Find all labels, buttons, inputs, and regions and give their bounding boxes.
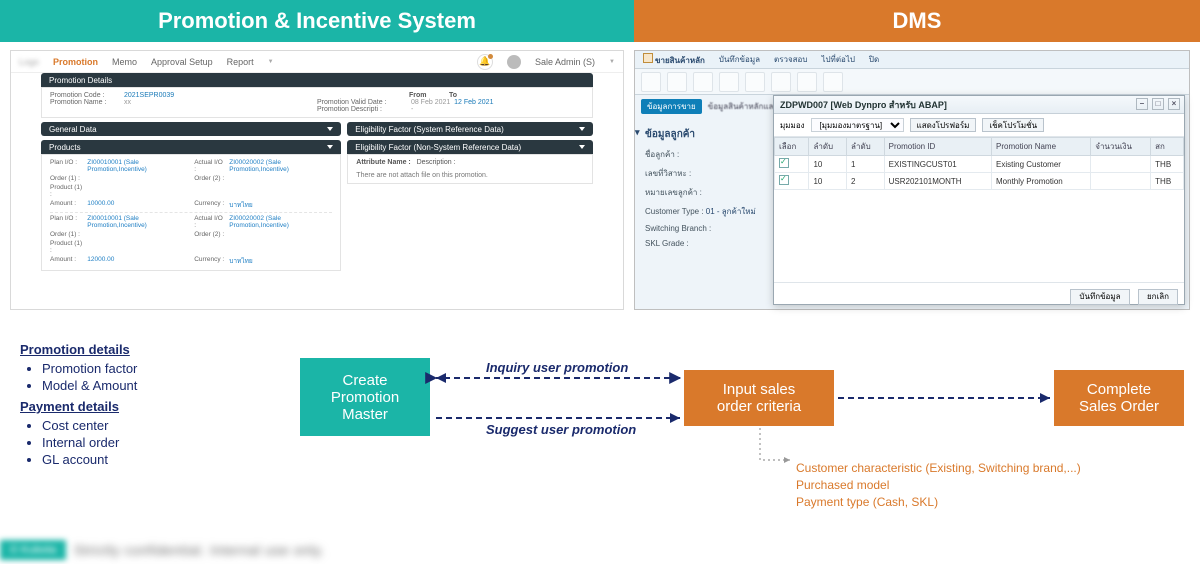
header-right-text: DMS <box>893 8 942 34</box>
note-line-1: Customer characteristic (Existing, Switc… <box>796 460 1176 477</box>
popup-layout-label: มุมมอง <box>780 119 805 132</box>
promotion-details-box: Promotion Code : 2021SEPR0039 Promotion … <box>41 87 593 118</box>
section-elig-non[interactable]: Eligibility Factor (Non-System Reference… <box>347 140 593 154</box>
section-promotion-details: Promotion Details <box>41 73 593 87</box>
label-inquiry: Inquiry user promotion <box>486 360 628 375</box>
popup-title-bar: ZDPWD007 [Web Dynpro สำหรับ ABAP] –□ × <box>774 96 1184 114</box>
flow-diagram: Promotion details Promotion factor Model… <box>0 328 1200 564</box>
label-suggest: Suggest user promotion <box>486 422 636 437</box>
tab-report[interactable]: Report <box>227 57 254 67</box>
menu-save[interactable]: บันทึกข้อมูล <box>719 53 760 66</box>
toolbar-btn[interactable] <box>745 72 765 92</box>
popup-cancel-button[interactable]: ยกเลิก <box>1138 289 1178 305</box>
popup-table: เลือกลำดับลำดับPromotion IDPromotion Nam… <box>774 137 1184 190</box>
toolbar-btn[interactable] <box>797 72 817 92</box>
user-name: Sale Admin (S) <box>535 57 595 67</box>
dms-toolbar <box>635 69 1189 95</box>
doc-icon <box>643 53 653 63</box>
header-promotion-system: Promotion & Incentive System <box>0 0 634 42</box>
footer: © Kubota Strictly confidential. Internal… <box>0 536 1200 564</box>
elig-empty: There are not attach file on this promot… <box>356 172 584 179</box>
val-desc: - <box>411 106 413 113</box>
bell-icon[interactable]: 🔔 <box>477 54 493 70</box>
val-promo-name: xx <box>124 99 131 106</box>
popup-checkpromo-button[interactable]: เช็คโปรโมชั่น <box>982 118 1044 132</box>
val-from: 08 Feb 2021 <box>411 99 450 106</box>
lbl-desc: Promotion Descripti : <box>317 106 409 113</box>
lbl-valid-date: Promotion Valid Date : <box>317 99 409 106</box>
toolbar-btn[interactable] <box>693 72 713 92</box>
header-left-text: Promotion & Incentive System <box>158 8 476 34</box>
header-dms: DMS <box>634 0 1200 42</box>
note-criteria: Customer characteristic (Existing, Switc… <box>796 460 1176 510</box>
popup-max-icon[interactable]: □ <box>1152 98 1164 110</box>
lbl-desc2: Description : <box>417 159 456 166</box>
dms-menubar: ขายสินค้าหลัก บันทึกข้อมูล ตรวจสอบ ไปที่… <box>635 51 1189 69</box>
toolbar-btn[interactable] <box>641 72 661 92</box>
tab-promotion[interactable]: Promotion <box>53 57 98 67</box>
lbl-to: To <box>449 92 487 99</box>
screenshot-promotion-app: Logo Promotion Memo Approval Setup Repor… <box>10 50 624 310</box>
menu-check[interactable]: ตรวจสอบ <box>774 53 807 66</box>
lbl-promo-code: Promotion Code : <box>50 92 122 99</box>
screenshot-dms: ขายสินค้าหลัก บันทึกข้อมูล ตรวจสอบ ไปที่… <box>634 50 1190 310</box>
lbl-promo-name: Promotion Name : <box>50 99 122 106</box>
lbl-from: From <box>409 92 447 99</box>
popup-close-icon[interactable]: × <box>1168 98 1180 110</box>
note-line-3: Payment type (Cash, SKL) <box>796 494 1176 511</box>
products-body: Plan I/O :ZI00010001 (Sale Promotion,Inc… <box>41 154 341 271</box>
toolbar-btn[interactable] <box>667 72 687 92</box>
popup-expand-button[interactable]: แสดงโปรฟอร์ม <box>910 118 977 132</box>
footer-tag: © Kubota <box>0 540 66 560</box>
breadcrumb-sales-info[interactable]: ข้อมูลการขาย <box>641 99 702 114</box>
app-nav: Logo Promotion Memo Approval Setup Repor… <box>11 51 623 73</box>
toolbar-btn[interactable] <box>771 72 791 92</box>
tab-memo[interactable]: Memo <box>112 57 137 67</box>
menu-sell-main[interactable]: ขายสินค้าหลัก <box>655 56 705 65</box>
avatar[interactable] <box>507 55 521 69</box>
tab-approval-setup[interactable]: Approval Setup <box>151 57 213 67</box>
val-to: 12 Feb 2021 <box>454 99 493 106</box>
toolbar-btn[interactable] <box>719 72 739 92</box>
note-line-2: Purchased model <box>796 477 1176 494</box>
section-general-data[interactable]: General Data <box>41 122 341 136</box>
menu-next[interactable]: ไปที่ต่อไป <box>821 53 854 66</box>
app-logo: Logo <box>19 57 39 67</box>
toolbar-btn[interactable] <box>823 72 843 92</box>
elig-non-body: Attribute Name : Description : There are… <box>347 154 593 184</box>
section-products[interactable]: Products <box>41 140 341 154</box>
popup-title: ZDPWD007 [Web Dynpro สำหรับ ABAP] <box>780 100 947 110</box>
val-promo-code: 2021SEPR0039 <box>124 92 174 99</box>
section-elig-sys[interactable]: Eligibility Factor (System Reference Dat… <box>347 122 593 136</box>
popup-min-icon[interactable]: – <box>1136 98 1148 110</box>
dms-popup: ZDPWD007 [Web Dynpro สำหรับ ABAP] –□ × มุ… <box>773 95 1185 305</box>
lbl-attr: Attribute Name : <box>356 159 410 166</box>
footer-confidential: Strictly confidential. Internal use only… <box>74 542 325 558</box>
popup-layout-select[interactable]: [มุมมองมาตรฐาน] <box>811 118 904 132</box>
menu-close[interactable]: ปิด <box>869 53 879 66</box>
popup-save-button[interactable]: บันทึกข้อมูล <box>1070 289 1129 305</box>
